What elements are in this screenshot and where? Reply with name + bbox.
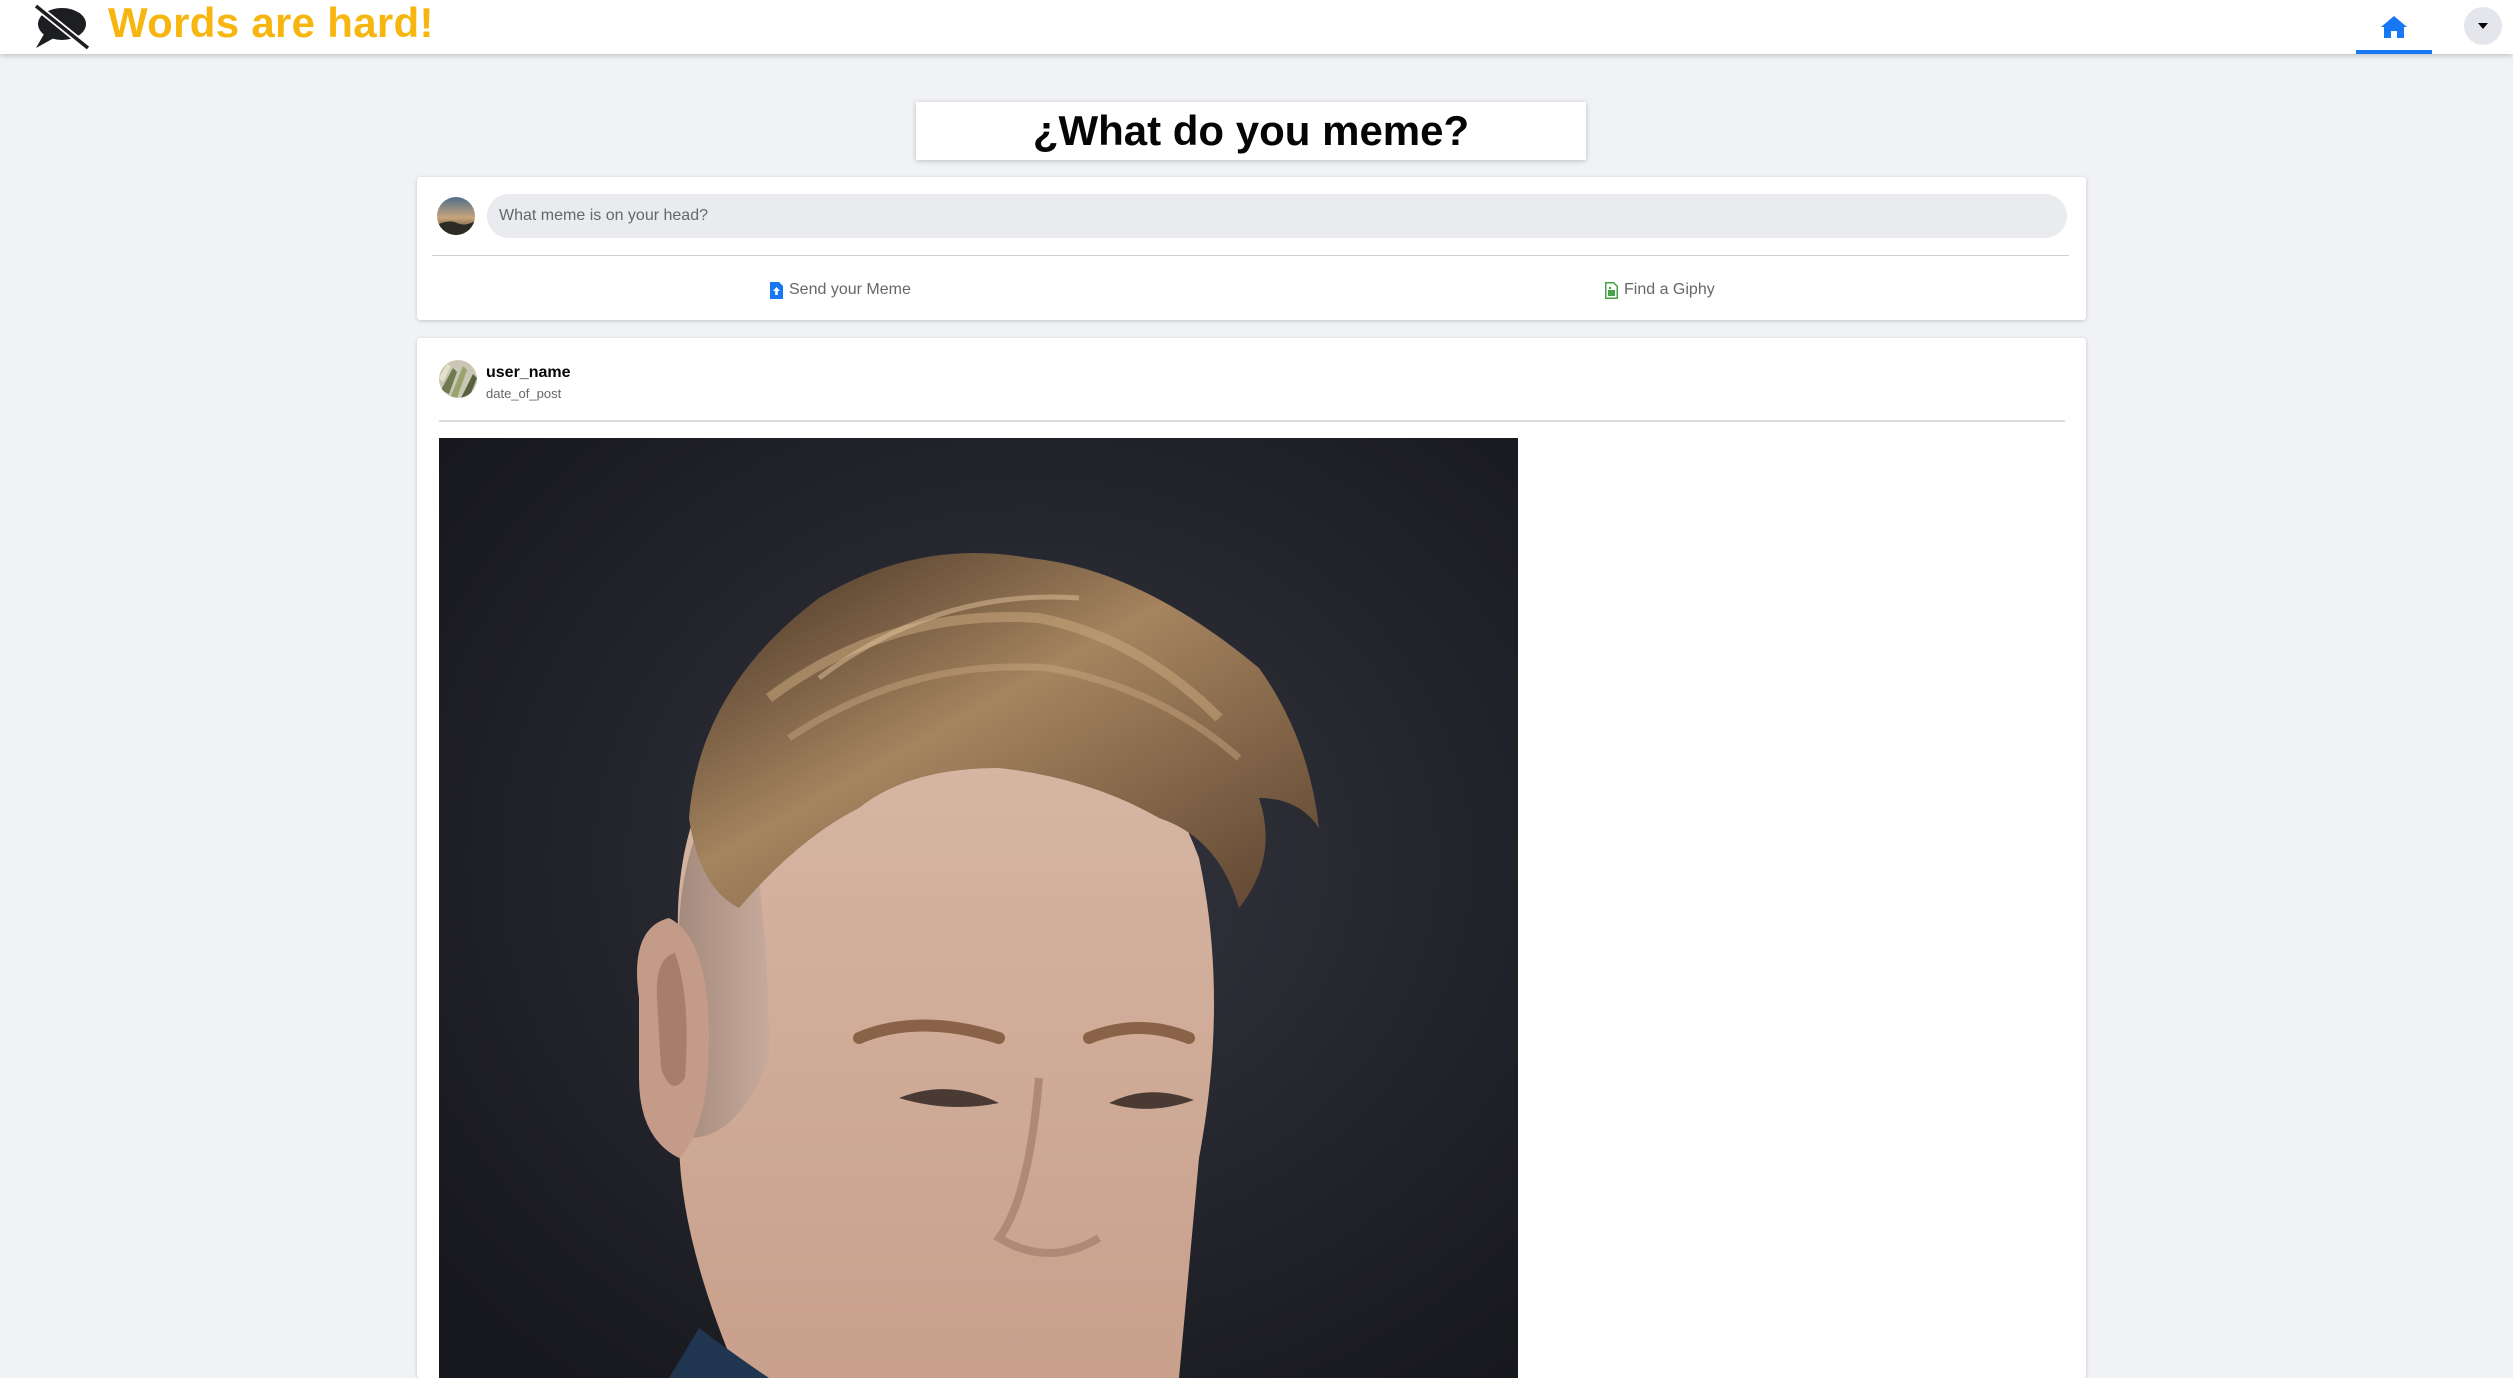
nav-home-button[interactable] (2356, 0, 2432, 54)
divider (432, 255, 2069, 256)
file-image-icon (1605, 281, 1618, 299)
avatar-image (437, 197, 475, 235)
active-tab-indicator (2356, 50, 2432, 54)
avatar (437, 197, 475, 235)
avatar-image (439, 360, 477, 398)
brand[interactable]: Words are hard! (30, 0, 434, 54)
no-speech-bubble-icon (33, 3, 91, 51)
meme-text-input[interactable] (487, 194, 2067, 238)
post-username[interactable]: user_name (486, 364, 571, 382)
post-date: date_of_post (486, 386, 562, 401)
home-icon (2381, 16, 2407, 38)
meme-composer: Send your Meme Find a Giphy (417, 177, 2086, 320)
page-title: ¿What do you meme? (916, 102, 1586, 160)
find-giphy-button[interactable]: Find a Giphy (1605, 278, 1715, 302)
file-upload-icon (770, 281, 783, 299)
divider (439, 420, 2065, 422)
portrait-photo (439, 438, 1518, 1378)
account-menu-button[interactable] (2464, 7, 2502, 45)
top-navbar: Words are hard! (0, 0, 2513, 54)
post-meme-image (439, 438, 1518, 1378)
post-card: user_name date_of_post (417, 338, 2086, 1378)
caret-down-icon (2478, 23, 2488, 29)
send-meme-button[interactable]: Send your Meme (770, 278, 911, 302)
brand-name: Words are hard! (108, 0, 434, 46)
find-giphy-label: Find a Giphy (1624, 281, 1715, 298)
send-meme-label: Send your Meme (789, 281, 911, 298)
post-avatar[interactable] (439, 360, 477, 398)
